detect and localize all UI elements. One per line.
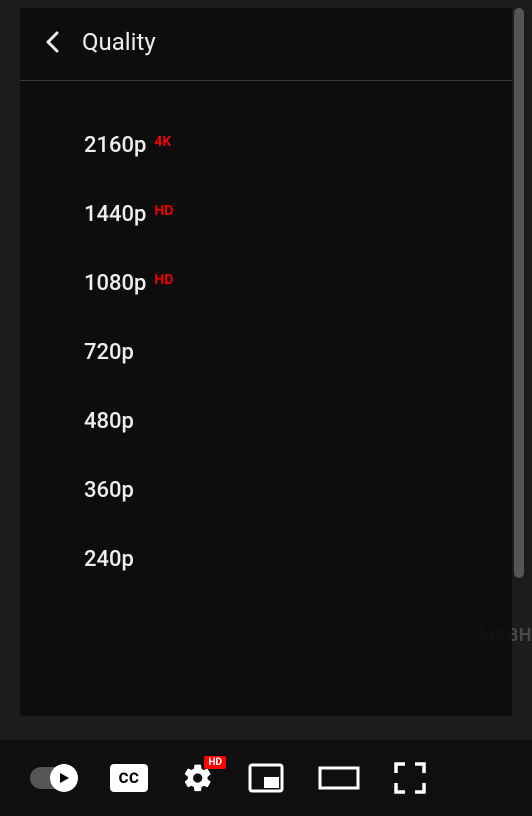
quality-label: 720p <box>84 340 134 365</box>
menu-title: Quality <box>82 28 156 56</box>
quality-options-list: 2160p 4K 1440p HD 1080p HD 720p 480p 360… <box>20 81 512 604</box>
quality-badge: HD <box>154 203 173 219</box>
quality-option-720p[interactable]: 720p <box>20 318 512 387</box>
theater-icon <box>318 764 360 792</box>
quality-option-480p[interactable]: 480p <box>20 387 512 456</box>
miniplayer-button[interactable] <box>248 763 284 793</box>
quality-menu-panel: Quality 2160p 4K 1440p HD 1080p HD 720p … <box>20 8 512 716</box>
quality-option-1440p[interactable]: 1440p HD <box>20 180 512 249</box>
menu-header: Quality <box>20 8 512 81</box>
quality-badge: HD <box>154 272 173 288</box>
scrollbar-thumb[interactable] <box>514 8 524 578</box>
quality-option-1080p[interactable]: 1080p HD <box>20 249 512 318</box>
scrollbar-track[interactable] <box>514 8 524 716</box>
quality-label: 240p <box>84 547 134 572</box>
quality-badge: 4K <box>154 134 171 150</box>
cc-icon: CC <box>110 764 148 792</box>
quality-label: 1080p <box>84 271 146 296</box>
captions-button[interactable]: CC <box>110 764 148 792</box>
play-icon <box>58 772 70 784</box>
miniplayer-icon <box>248 763 284 793</box>
quality-option-240p[interactable]: 240p <box>20 525 512 594</box>
quality-label: 2160p <box>84 133 146 158</box>
chevron-left-icon <box>45 31 59 53</box>
settings-hd-badge: HD <box>204 756 226 769</box>
quality-option-360p[interactable]: 360p <box>20 456 512 525</box>
quality-label: 360p <box>84 478 134 503</box>
quality-label: 1440p <box>84 202 146 227</box>
autoplay-toggle[interactable] <box>30 767 76 789</box>
fullscreen-button[interactable] <box>394 762 426 794</box>
theater-mode-button[interactable] <box>318 764 360 792</box>
settings-button[interactable]: HD <box>182 762 214 794</box>
back-button[interactable] <box>40 30 64 54</box>
fullscreen-icon <box>394 762 426 794</box>
player-controls-bar: CC HD <box>0 740 532 816</box>
quality-option-2160p[interactable]: 2160p 4K <box>20 111 512 180</box>
quality-label: 480p <box>84 409 134 434</box>
